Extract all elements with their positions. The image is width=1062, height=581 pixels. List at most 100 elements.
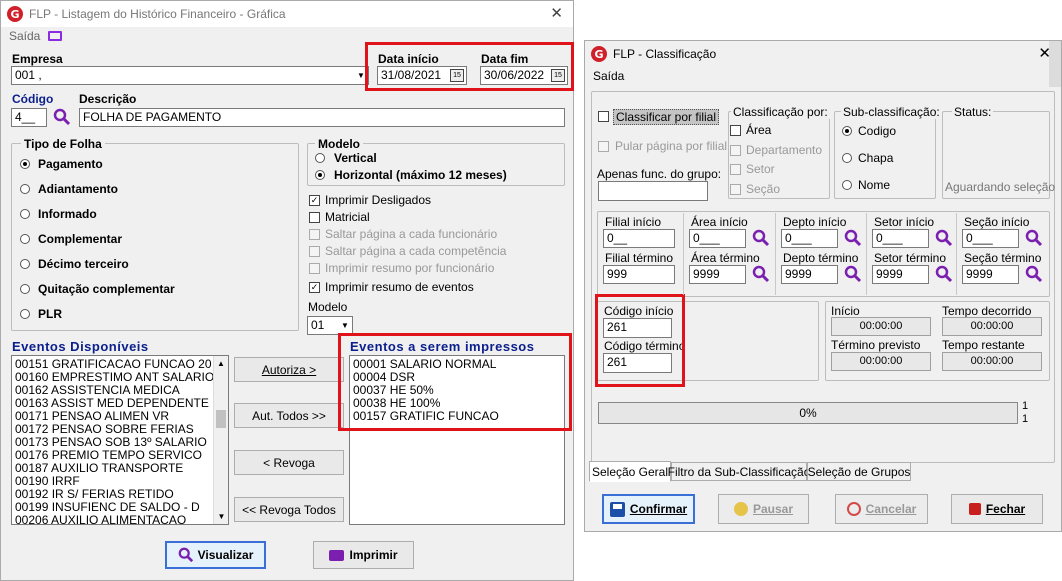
eventos-disponiveis-list[interactable]: 00151 GRATIFICACAO FUNCAO 20 00160 EMPRES…	[11, 355, 229, 525]
modelo-group-label: Modelo	[315, 137, 363, 151]
secao-inicio-field[interactable]: 0___	[962, 229, 1019, 248]
search-icon[interactable]	[53, 108, 71, 126]
filial-inicio-field[interactable]: 0__	[603, 229, 675, 248]
menu-saida[interactable]: Saída	[9, 29, 40, 43]
radio-subclass[interactable]	[842, 180, 852, 190]
radio-subclass[interactable]	[842, 126, 852, 136]
radio-tipo-folha[interactable]	[20, 259, 30, 269]
checkbox-classificacao[interactable]	[730, 125, 741, 136]
radio-subclass[interactable]	[842, 153, 852, 163]
classificacao-option-label: Área	[746, 123, 772, 137]
search-icon[interactable]	[844, 229, 862, 247]
search-icon[interactable]	[752, 229, 770, 247]
close-icon[interactable]: ✕	[550, 4, 563, 22]
list-item[interactable]: 00206 AUXILIO ALIMENTACAO	[12, 514, 214, 525]
pausar-label: Pausar	[752, 502, 794, 516]
modelo-select-value: 01	[311, 318, 325, 332]
classificar-filial-label: Classificar por filial	[613, 109, 720, 125]
search-icon[interactable]	[844, 265, 862, 283]
monitor-icon[interactable]	[48, 31, 63, 41]
scroll-up-icon[interactable]: ▲	[214, 356, 228, 371]
save-icon	[609, 501, 625, 517]
tempo-restante-value: 00:00:00	[942, 352, 1042, 371]
highlight-codigo	[595, 294, 685, 387]
search-icon[interactable]	[1025, 229, 1043, 247]
highlight-eventos-impressos	[338, 333, 572, 431]
termino-previsto-label: Término previsto	[831, 338, 921, 352]
radio-vertical[interactable]	[315, 153, 325, 163]
radio-tipo-folha[interactable]	[20, 284, 30, 294]
depto-inicio-field[interactable]: 0___	[781, 229, 838, 248]
status-label: Status:	[952, 105, 994, 119]
radio-tipo-folha[interactable]	[20, 184, 30, 194]
tempo-decorrido-value: 00:00:00	[942, 317, 1042, 336]
radio-tipo-folha[interactable]	[20, 234, 30, 244]
range-divider	[866, 213, 867, 295]
empresa-value: 001 ,	[15, 68, 42, 82]
area-termino-field[interactable]: 9999	[689, 265, 746, 284]
radio-horizontal[interactable]	[315, 170, 325, 180]
tab-label: Seleção de Grupos	[807, 464, 911, 479]
tab-selecao-grupos[interactable]: Seleção de Grupos	[807, 462, 911, 481]
checkbox-saltar-competencia	[309, 246, 320, 257]
search-icon[interactable]	[935, 229, 953, 247]
check-label: Saltar página a cada funcionário	[325, 227, 498, 241]
classificacao-option-label: Seção	[746, 181, 781, 196]
confirmar-button[interactable]: Confirmar	[602, 494, 695, 524]
empresa-label: Empresa	[12, 52, 63, 66]
revoga-todos-label: << Revoga Todos	[242, 502, 336, 517]
apenas-func-field[interactable]	[598, 181, 708, 201]
autoriza-todos-button[interactable]: Aut. Todos >>	[234, 403, 344, 428]
search-icon[interactable]	[935, 265, 953, 283]
menu-saida[interactable]: Saída	[593, 69, 624, 83]
area-inicio-field[interactable]: 0___	[689, 229, 746, 248]
modelo-horizontal-label: Horizontal (máximo 12 meses)	[334, 168, 507, 182]
revoga-todos-button[interactable]: << Revoga Todos	[234, 497, 344, 522]
fechar-label: Fechar	[985, 502, 1026, 516]
check-label: Imprimir resumo por funcionário	[325, 261, 495, 275]
confirmar-label: Confirmar	[629, 502, 688, 516]
setor-inicio-field[interactable]: 0___	[872, 229, 929, 248]
termino-previsto-value: 00:00:00	[831, 352, 931, 371]
tipo-folha-label: Tipo de Folha	[21, 137, 105, 151]
depto-termino-field[interactable]: 9999	[781, 265, 838, 284]
fechar-button[interactable]: Fechar	[951, 494, 1043, 524]
checkbox-resumo-eventos[interactable]: ✓	[309, 282, 320, 293]
pausar-button: Pausar	[718, 494, 809, 524]
filial-termino-field[interactable]: 999	[603, 265, 675, 284]
search-icon[interactable]	[1025, 265, 1043, 283]
empresa-select[interactable]: 001 , ▼	[11, 66, 369, 85]
scroll-thumb[interactable]	[216, 410, 226, 428]
codigo-field[interactable]: 4__	[11, 108, 47, 127]
visualizar-button[interactable]: Visualizar	[165, 541, 266, 569]
radio-tipo-folha[interactable]	[20, 209, 30, 219]
checkbox-classificar-filial[interactable]	[598, 111, 609, 122]
radio-tipo-folha[interactable]	[20, 309, 30, 319]
progress-bar: 0%	[598, 402, 1018, 424]
checkbox-imprimir-desligados[interactable]: ✓	[309, 195, 320, 206]
setor-termino-field[interactable]: 9999	[872, 265, 929, 284]
radio-tipo-folha[interactable]	[20, 159, 30, 169]
cancelar-label: Cancelar	[865, 502, 917, 516]
scrollbar[interactable]: ▲ ▼	[213, 356, 228, 524]
scroll-down-icon[interactable]: ▼	[214, 509, 228, 524]
autoriza-button[interactable]: Autoriza >	[234, 357, 344, 382]
checkbox-classificacao	[730, 164, 741, 175]
pause-icon	[733, 502, 748, 516]
checkbox-matricial[interactable]	[309, 212, 320, 223]
search-icon[interactable]	[752, 265, 770, 283]
revoga-button[interactable]: < Revoga	[234, 450, 344, 475]
filial-inicio-label: Filial início	[605, 215, 662, 229]
chevron-down-icon[interactable]: ▼	[338, 317, 352, 334]
secao-inicio-label: Seção início	[964, 215, 1030, 229]
tempo-restante-label: Tempo restante	[942, 338, 1025, 352]
lock-icon	[968, 503, 981, 515]
tab-filtro-subclass[interactable]: Filtro da Sub-Classificação	[668, 462, 810, 481]
scrollbar[interactable]	[1049, 41, 1061, 87]
range-divider	[775, 213, 776, 295]
imprimir-button[interactable]: Imprimir	[313, 541, 414, 569]
inicio-value: 00:00:00	[831, 317, 931, 336]
descricao-field[interactable]: FOLHA DE PAGAMENTO	[79, 108, 565, 127]
tab-selecao-geral[interactable]: Seleção Geral	[589, 461, 671, 482]
secao-termino-field[interactable]: 9999	[962, 265, 1019, 284]
